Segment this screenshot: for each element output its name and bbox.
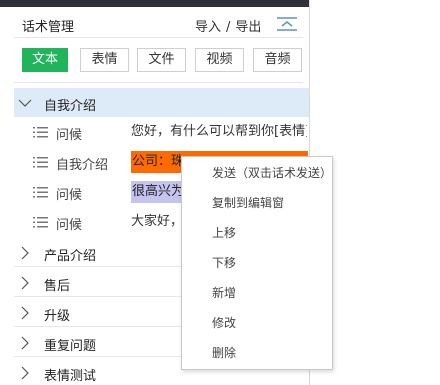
tab-emoji[interactable]: 表情	[80, 48, 129, 72]
group-label: 售后	[44, 279, 71, 294]
script-title: 问候	[56, 218, 83, 233]
tab-file[interactable]: 文件	[137, 48, 186, 72]
tab-text[interactable]: 文本	[22, 48, 68, 72]
list-icon	[33, 127, 48, 138]
context-menu: 发送（双击话术发送） 复制到编辑窗 上移 下移 新增 修改 删除	[181, 156, 333, 370]
chevron-right-icon	[21, 276, 29, 290]
menu-item-move-down[interactable]: 下移	[212, 253, 236, 273]
header-divider	[14, 37, 303, 38]
tabs-divider	[14, 82, 303, 83]
import-export-separator: /	[226, 20, 231, 35]
chevron-right-icon	[21, 336, 29, 350]
menu-item-add[interactable]: 新增	[212, 283, 236, 303]
import-link[interactable]: 导入	[195, 16, 221, 35]
menu-item-delete[interactable]: 删除	[212, 343, 236, 363]
tab-video[interactable]: 视频	[195, 48, 244, 72]
chevron-right-icon	[21, 246, 29, 260]
tab-audio[interactable]: 音频	[253, 48, 302, 72]
export-link[interactable]: 导出	[235, 16, 261, 35]
script-title: 问候	[56, 128, 83, 143]
menu-item-send[interactable]: 发送（双击话术发送）	[212, 163, 332, 183]
list-icon	[33, 217, 48, 228]
list-icon	[33, 157, 48, 168]
script-title: 自我介绍	[56, 158, 109, 173]
group-label: 重复问题	[44, 339, 97, 354]
group-label: 表情测试	[44, 369, 97, 384]
chevron-right-icon	[21, 306, 29, 320]
chevron-down-icon	[18, 99, 32, 107]
menu-item-edit[interactable]: 修改	[212, 313, 236, 333]
script-title: 问候	[56, 188, 83, 203]
group-label: 升级	[44, 309, 71, 324]
panel-header: 话术管理 导入 / 导出	[22, 14, 300, 35]
menu-item-move-up[interactable]: 上移	[212, 223, 236, 243]
list-icon	[33, 187, 48, 198]
group-self-intro[interactable]: 自我介绍	[14, 88, 309, 117]
chevron-right-icon	[21, 366, 29, 380]
group-label: 产品介绍	[44, 249, 97, 264]
group-label: 自我介绍	[44, 99, 97, 114]
import-export: 导入 / 导出	[195, 16, 261, 35]
menu-item-copy-to-editor[interactable]: 复制到编辑窗	[212, 193, 284, 213]
script-row[interactable]: 问候 您好，有什么可以帮到你[表情]	[14, 117, 309, 147]
panel-title: 话术管理	[22, 20, 75, 35]
top-bar	[0, 0, 309, 7]
script-content: 您好，有什么可以帮到你[表情]	[131, 124, 307, 139]
collapse-all-icon[interactable]	[276, 16, 298, 32]
